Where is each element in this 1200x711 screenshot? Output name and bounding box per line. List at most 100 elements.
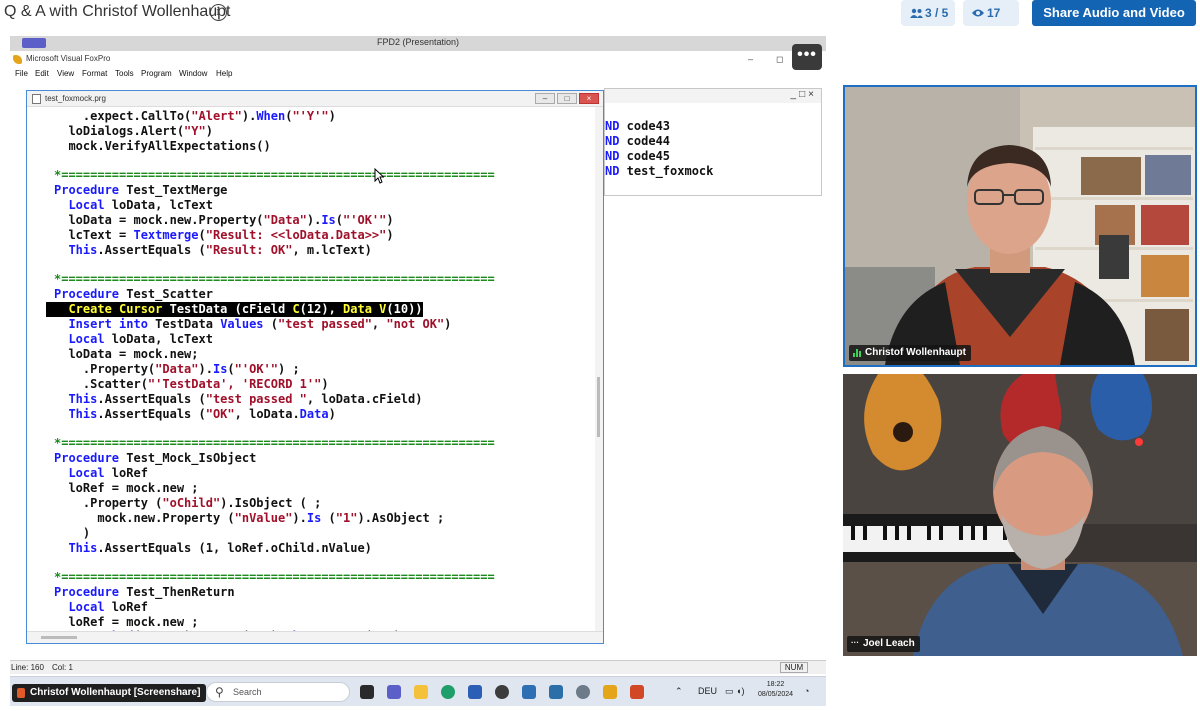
volume-network-icon[interactable]: ▭ ◖) [725, 686, 744, 697]
participant-name: Joel Leach [863, 638, 915, 649]
restore-icon[interactable]: ◻ [776, 54, 783, 65]
screenshare-presenter-label: Christof Wollenhaupt [Screenshare] [12, 684, 207, 702]
chevron-up-icon[interactable]: ⌃ [675, 686, 683, 697]
monitor-icon[interactable] [549, 685, 563, 699]
column-indicator: Col: 1 [52, 663, 73, 672]
menu-edit[interactable]: Edit [35, 69, 49, 78]
edge-icon[interactable] [441, 685, 455, 699]
eye-icon [972, 9, 984, 17]
taskbar-search[interactable]: ⚲ Search [206, 682, 350, 702]
code-line: lcText = Textmerge("Result: <<loData.Dat… [54, 228, 394, 242]
task-view-icon[interactable] [360, 685, 374, 699]
code-line: .Property("Data").Is("'OK'") ; [54, 362, 300, 376]
editor-minimize-icon[interactable]: – [535, 93, 555, 104]
code-line: *=======================================… [54, 168, 495, 182]
app-icon[interactable] [522, 685, 536, 699]
code-line: loData = mock.new.Property("Data").Is("'… [54, 213, 394, 227]
viewers-count: 17 [987, 6, 1001, 20]
menu-file[interactable]: File [15, 69, 28, 78]
presentation-title: FPD2 (Presentation) [376, 37, 460, 47]
code-editor-window[interactable]: test_foxmock.prg – □ × .expect.CallTo("A… [26, 90, 604, 644]
menu-window[interactable]: Window [179, 69, 207, 78]
window-controls-icon[interactable]: _□× [791, 89, 817, 100]
presentation-titlebar: FPD2 (Presentation) [10, 36, 826, 51]
powerpoint-icon[interactable] [630, 685, 644, 699]
code-line: Procedure Test_Scatter [54, 287, 213, 301]
settings-gear-icon[interactable] [576, 685, 590, 699]
viewers-button[interactable]: 17 [963, 0, 1019, 26]
menu-help[interactable]: Help [216, 69, 232, 78]
video-tile-christof[interactable]: Christof Wollenhaupt [843, 85, 1197, 367]
code-line-selected: Create Cursor TestData (cField C(12), Da… [46, 302, 423, 317]
code-line: *=======================================… [54, 570, 495, 584]
dell-icon[interactable] [495, 685, 509, 699]
participants-count: 3 / 5 [925, 6, 949, 20]
code-line: .expect.CallTo("Alert").When("'Y'") [54, 109, 336, 123]
foxpro-taskbar-icon[interactable] [603, 685, 617, 699]
participant-label: ··· Joel Leach [847, 636, 920, 652]
code-line: Procedure Test_Mock_IsObject [54, 451, 257, 465]
code-line: Local loRef [68, 466, 148, 480]
code-line: mock.new.Property ("nValue").Is ("1").As… [54, 511, 445, 525]
video-tile-joel[interactable]: ··· Joel Leach [843, 374, 1197, 656]
christof-video-feed [845, 87, 1195, 365]
clock-time: 18:22 [766, 681, 785, 688]
keyboard-language[interactable]: DEU [698, 686, 717, 696]
audio-level-icon [853, 349, 862, 357]
code-line: .Property ("oChild").IsObject ( ; [54, 496, 322, 510]
share-audio-video-button[interactable]: Share Audio and Video [1032, 0, 1196, 26]
code-area[interactable]: .expect.CallTo("Alert").When("'Y'") loDi… [27, 107, 595, 631]
minimize-icon[interactable]: – [748, 54, 753, 64]
output-line: ND code45 [605, 149, 671, 163]
code-line: ) [54, 526, 91, 540]
file-explorer-icon[interactable] [414, 685, 428, 699]
meeting-title: Q & A with Christof Wollenhaupt [4, 3, 231, 20]
joel-video-feed [843, 374, 1197, 656]
code-line: loRef = mock.new ; [54, 481, 199, 495]
output-window-header: _□× [605, 89, 821, 103]
code-line: Local loRef [68, 600, 148, 614]
output-window[interactable]: _□× ND code43 ND code44 ND code45 ND tes… [604, 88, 822, 196]
meeting-header: Q & A with Christof Wollenhaupt i 3 / 5 … [0, 0, 1200, 28]
menu-tools[interactable]: Tools [115, 69, 134, 78]
search-icon: ⚲ [215, 685, 224, 699]
code-line: mock.VerifyAllExpectations() [54, 139, 271, 153]
editor-close-icon[interactable]: × [579, 93, 599, 104]
code-line: This.AssertEquals (1, loRef.oChild.nValu… [68, 541, 372, 555]
editor-maximize-icon[interactable]: □ [557, 93, 577, 104]
file-icon [32, 94, 41, 104]
editor-vertical-scrollbar[interactable] [595, 107, 603, 631]
participant-name: Christof Wollenhaupt [865, 347, 966, 358]
app-titlebar: Microsoft Visual FoxPro – ◻ [10, 52, 826, 67]
participants-button[interactable]: 3 / 5 [901, 0, 955, 26]
code-line: Insert into TestData Values ("test passe… [68, 317, 452, 331]
menu-bar: File Edit View Format Tools Program Wind… [10, 68, 790, 82]
output-line: ND test_foxmock [605, 164, 714, 178]
menu-format[interactable]: Format [82, 69, 107, 78]
code-line: *=======================================… [54, 436, 495, 450]
taskbar-clock[interactable]: 18:22 08/05/2024 [758, 680, 793, 700]
teams-icon[interactable] [387, 685, 401, 699]
code-line: Local loData, lcText [68, 332, 213, 346]
output-line: ND code43 [605, 119, 671, 133]
more-options-button[interactable]: ••• [792, 44, 822, 70]
store-icon[interactable] [468, 685, 482, 699]
menu-view[interactable]: View [57, 69, 74, 78]
menu-program[interactable]: Program [141, 69, 172, 78]
clock-date: 08/05/2024 [758, 691, 794, 698]
mouse-cursor-icon [374, 168, 384, 184]
editor-horizontal-scrollbar[interactable] [27, 631, 603, 643]
code-line: Procedure Test_TextMerge [54, 183, 228, 197]
foxpro-icon [13, 55, 22, 64]
notification-bell-icon[interactable]: ◔ [804, 686, 809, 696]
num-lock-indicator: NUM [780, 662, 808, 673]
participant-label: Christof Wollenhaupt [849, 345, 971, 361]
code-line: loRef = mock.new ; [54, 615, 199, 629]
code-line: This.AssertEquals ("Result: OK", m.lcTex… [68, 243, 372, 257]
screenshare-view: FPD2 (Presentation) Microsoft Visual Fox… [10, 36, 826, 706]
code-line: This.AssertEquals ("test passed ", loDat… [68, 392, 423, 406]
code-line: This.AssertEquals ("OK", loData.Data) [68, 407, 336, 421]
code-line: loDialogs.Alert("Y") [54, 124, 213, 138]
output-line: ND code44 [605, 134, 671, 148]
info-icon[interactable]: i [210, 4, 227, 21]
